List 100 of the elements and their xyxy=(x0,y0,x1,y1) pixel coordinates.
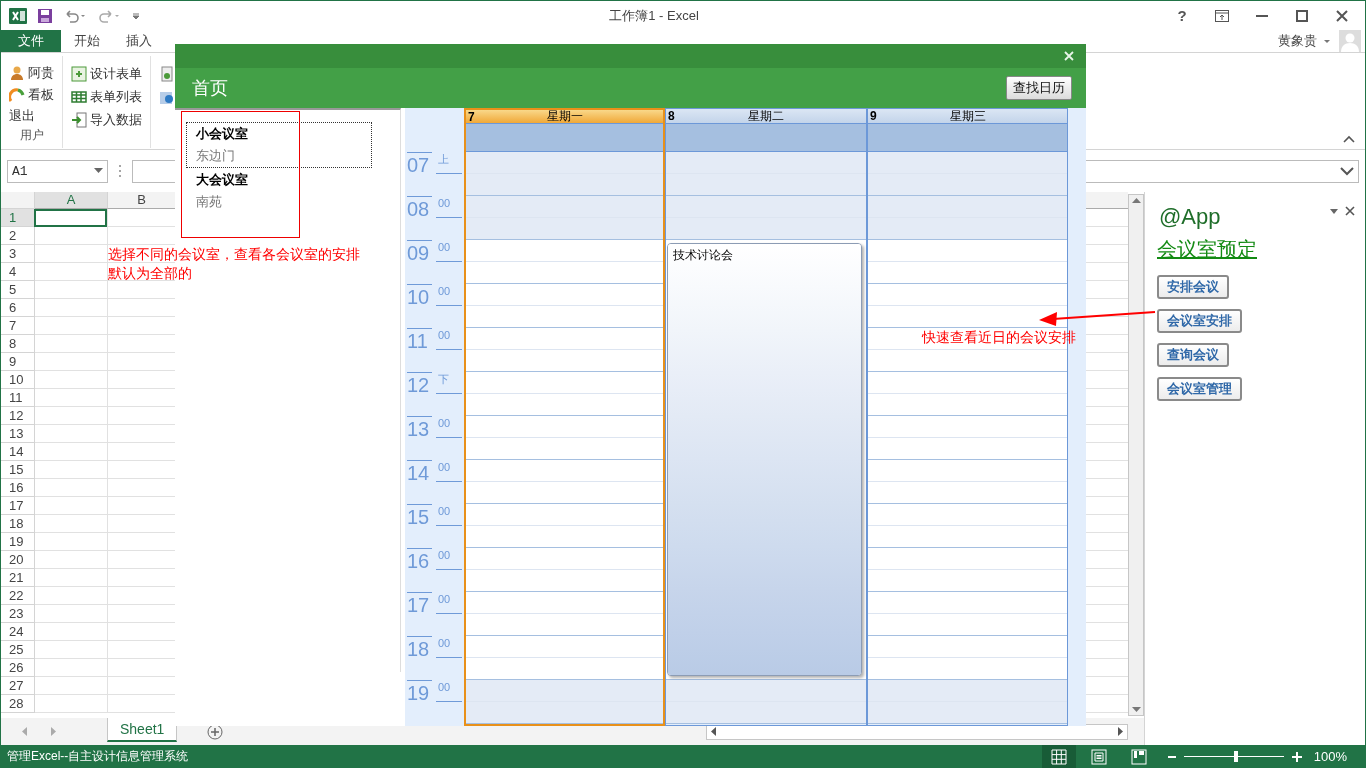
minute-label: 下 xyxy=(436,372,462,394)
minute-label: 00 xyxy=(436,196,462,218)
row-header[interactable]: 11 xyxy=(1,389,35,407)
row-header[interactable]: 6 xyxy=(1,299,35,317)
row-header[interactable]: 14 xyxy=(1,443,35,461)
row-header[interactable]: 13 xyxy=(1,425,35,443)
row-header[interactable]: 22 xyxy=(1,587,35,605)
row-header[interactable]: 23 xyxy=(1,605,35,623)
row-header[interactable]: 5 xyxy=(1,281,35,299)
room-item[interactable]: 小会议室 东边门 xyxy=(186,122,372,168)
ribbon-button[interactable]: 看板 xyxy=(9,83,54,106)
row-header[interactable]: 18 xyxy=(1,515,35,533)
column-header[interactable]: B xyxy=(108,192,176,209)
help-button[interactable]: ? xyxy=(1167,3,1197,28)
minute-label: 00 xyxy=(436,636,462,658)
hour-label: 09 xyxy=(407,240,432,264)
ribbon-button[interactable]: 阿贵 xyxy=(9,62,54,84)
hour-label: 18 xyxy=(407,636,432,660)
minute-label: 00 xyxy=(436,680,462,702)
row-header[interactable]: 26 xyxy=(1,659,35,677)
minute-label: 00 xyxy=(436,328,462,350)
pane-title: @App xyxy=(1159,204,1221,230)
row-header[interactable]: 1 xyxy=(1,209,35,227)
minute-label: 上 xyxy=(436,152,462,174)
day-number: 7 xyxy=(468,109,476,124)
row-header[interactable]: 15 xyxy=(1,461,35,479)
hour-label: 15 xyxy=(407,504,432,528)
hour-label: 14 xyxy=(407,460,432,484)
cell-reference: A1 xyxy=(12,163,28,179)
pane-button[interactable]: 查询会议 xyxy=(1157,343,1229,367)
row-header[interactable]: 7 xyxy=(1,317,35,335)
day-number: 9 xyxy=(870,109,878,123)
annotation-text: 快速查看近日的会议安排 xyxy=(922,328,1076,347)
day-header[interactable]: 8 星期二 xyxy=(666,108,866,123)
window-title: 工作簿1 - Excel xyxy=(608,6,700,25)
user-name[interactable]: 黄象贵 xyxy=(1278,32,1317,50)
annotation-text: 选择不同的会议室，查看各会议室的安排 xyxy=(108,245,360,264)
row-header[interactable]: 10 xyxy=(1,371,35,389)
file-tab[interactable]: 文件 xyxy=(1,30,61,52)
row-header[interactable]: 9 xyxy=(1,353,35,371)
minute-label: 00 xyxy=(436,460,462,482)
dialog-title: 首页 xyxy=(192,77,228,100)
hour-label: 11 xyxy=(407,328,432,352)
status-text: 管理Excel--自主设计信息管理系统 xyxy=(7,748,190,765)
room-item[interactable]: 大会议室 南苑 xyxy=(186,168,372,214)
zoom-level[interactable]: 100% xyxy=(1313,749,1347,764)
hour-label: 13 xyxy=(407,416,432,440)
weekday-label: 星期一 xyxy=(545,108,584,125)
day-number: 8 xyxy=(668,109,676,123)
row-header[interactable]: 19 xyxy=(1,533,35,551)
room-name: 大会议室 xyxy=(196,171,249,189)
weekday-label: 星期二 xyxy=(747,107,785,125)
row-header[interactable]: 27 xyxy=(1,677,35,695)
ribbon-button[interactable]: 退出 xyxy=(9,105,54,127)
minute-label: 00 xyxy=(436,284,462,306)
day-header[interactable]: 7 星期一 xyxy=(466,108,663,123)
minute-label: 00 xyxy=(436,240,462,262)
minute-label: 00 xyxy=(436,548,462,570)
event-card[interactable]: 技术讨论会 xyxy=(667,243,862,676)
row-header[interactable]: 20 xyxy=(1,551,35,569)
sheet-tab[interactable]: Sheet1 xyxy=(107,717,178,742)
row-header[interactable]: 28 xyxy=(1,695,35,713)
row-header[interactable]: 12 xyxy=(1,407,35,425)
row-header[interactable]: 16 xyxy=(1,479,35,497)
column-header[interactable]: A xyxy=(35,192,108,209)
row-header[interactable]: 8 xyxy=(1,335,35,353)
ribbon-button[interactable]: 表单列表 xyxy=(71,85,142,108)
hour-label: 07 xyxy=(407,152,432,176)
room-name: 小会议室 xyxy=(196,125,249,143)
pane-button[interactable]: 安排会议 xyxy=(1157,275,1229,299)
row-header[interactable]: 25 xyxy=(1,641,35,659)
minute-label: 00 xyxy=(436,416,462,438)
annotation-text: 默认为全部的 xyxy=(108,264,193,283)
ribbon-button[interactable]: 设计表单 xyxy=(71,62,142,85)
row-header[interactable]: 4 xyxy=(1,263,35,281)
minute-label: 00 xyxy=(436,592,462,614)
day-header[interactable]: 9 星期三 xyxy=(868,108,1067,123)
row-header[interactable]: 21 xyxy=(1,569,35,587)
find-calendar-button[interactable]: 查找日历 xyxy=(1006,76,1072,100)
row-header[interactable]: 2 xyxy=(1,227,35,245)
room-location: 南苑 xyxy=(196,193,223,211)
name-box[interactable]: A1 xyxy=(7,159,108,183)
row-header[interactable]: 24 xyxy=(1,623,35,641)
pane-button[interactable]: 会议室安排 xyxy=(1157,309,1242,333)
weekday-label: 星期三 xyxy=(948,107,987,125)
hour-label: 16 xyxy=(407,548,432,572)
hour-label: 08 xyxy=(407,196,432,220)
hour-label: 10 xyxy=(407,284,432,308)
hour-label: 17 xyxy=(407,592,432,616)
event-title: 技术讨论会 xyxy=(673,248,733,262)
hour-label: 12 xyxy=(407,372,432,396)
pane-button[interactable]: 会议室管理 xyxy=(1157,377,1242,401)
pane-link[interactable]: 会议室预定 xyxy=(1157,236,1257,263)
room-location: 东边门 xyxy=(196,147,236,165)
hour-label: 19 xyxy=(407,680,432,704)
minute-label: 00 xyxy=(436,504,462,526)
row-header[interactable]: 3 xyxy=(1,245,35,263)
row-header[interactable]: 17 xyxy=(1,497,35,515)
group-label: 用户 xyxy=(18,127,45,144)
ribbon-button[interactable]: 导入数据 xyxy=(71,108,142,131)
